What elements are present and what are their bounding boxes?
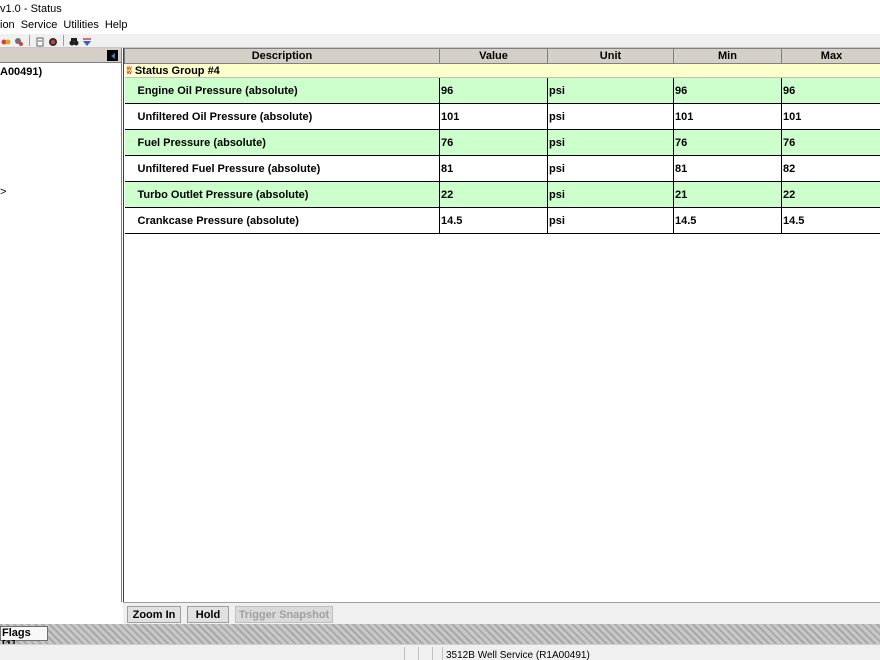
- table-row[interactable]: Turbo Outlet Pressure (absolute) 22 psi …: [124, 181, 880, 208]
- status-text: 3512B Well Service (R1A00491): [446, 650, 590, 660]
- menu-item-service[interactable]: Service: [18, 18, 61, 34]
- cell-value: 81: [439, 155, 548, 182]
- sensor-icon[interactable]: [14, 36, 24, 46]
- cell-unit: psi: [547, 207, 674, 234]
- cell-description: Unfiltered Fuel Pressure (absolute): [124, 155, 440, 182]
- column-header-unit[interactable]: Unit: [547, 48, 674, 64]
- tree-pane-header: [0, 48, 121, 63]
- table-row[interactable]: Crankcase Pressure (absolute) 14.5 psi 1…: [124, 207, 880, 234]
- cell-min: 101: [673, 103, 782, 130]
- status-separator: [418, 647, 419, 660]
- menu-item-information[interactable]: ion: [0, 18, 18, 34]
- status-bar: 3512B Well Service (R1A00491): [0, 644, 880, 660]
- tree-pane: A00491) >: [0, 48, 122, 602]
- status-separator: [442, 647, 443, 660]
- cell-unit: psi: [547, 77, 674, 104]
- cell-description: Unfiltered Oil Pressure (absolute): [124, 103, 440, 130]
- column-header-max[interactable]: Max: [781, 48, 880, 64]
- toolbar: [0, 34, 880, 48]
- menu-item-help[interactable]: Help: [102, 18, 131, 34]
- cell-value: 96: [439, 77, 548, 104]
- cell-value: 101: [439, 103, 548, 130]
- cell-value: 22: [439, 181, 548, 208]
- download-arrow-icon[interactable]: [82, 36, 92, 46]
- binoculars-icon[interactable]: [69, 36, 79, 46]
- status-separator: [404, 647, 405, 660]
- button-strip: Zoom In Hold Trigger Snapshot: [123, 602, 880, 624]
- table-row[interactable]: Unfiltered Oil Pressure (absolute) 101 p…: [124, 103, 880, 130]
- tab-strip: Flags [1]: [0, 624, 880, 651]
- trigger-snapshot-button[interactable]: Trigger Snapshot: [235, 606, 333, 623]
- cell-unit: psi: [547, 181, 674, 208]
- toolbar-separator: [29, 35, 30, 46]
- menu-bar: ion Service Utilities Help: [0, 18, 880, 34]
- group-row[interactable]: ʬ Status Group #4: [124, 63, 880, 78]
- status-group-icon: ʬ: [126, 65, 132, 77]
- status-grid: Description Value Unit Min Max ʬ Status G…: [123, 48, 880, 602]
- cell-min: 96: [673, 77, 782, 104]
- table-row[interactable]: Engine Oil Pressure (absolute) 96 psi 96…: [124, 77, 880, 104]
- toolbar-separator: [63, 35, 64, 46]
- cell-min: 76: [673, 129, 782, 156]
- diagnostic-icon[interactable]: [1, 36, 11, 46]
- group-label: Status Group #4: [134, 64, 220, 77]
- gauge-icon[interactable]: [48, 36, 58, 46]
- cell-max: 82: [781, 155, 880, 182]
- collapse-pane-button[interactable]: [107, 50, 118, 61]
- cell-min: 21: [673, 181, 782, 208]
- cell-max: 101: [781, 103, 880, 130]
- cell-value: 76: [439, 129, 548, 156]
- cell-description: Crankcase Pressure (absolute): [124, 207, 440, 234]
- status-separator: [432, 647, 433, 660]
- cell-value: 14.5: [439, 207, 548, 234]
- table-row[interactable]: Fuel Pressure (absolute) 76 psi 76 76: [124, 129, 880, 156]
- cell-unit: psi: [547, 155, 674, 182]
- hold-button[interactable]: Hold: [187, 606, 229, 623]
- document-icon[interactable]: [35, 36, 45, 46]
- tree-expand-arrow[interactable]: >: [0, 186, 6, 198]
- zoom-in-button[interactable]: Zoom In: [127, 606, 181, 623]
- column-header-description[interactable]: Description: [124, 48, 440, 64]
- table-row[interactable]: Unfiltered Fuel Pressure (absolute) 81 p…: [124, 155, 880, 182]
- column-header-value[interactable]: Value: [439, 48, 548, 64]
- cell-unit: psi: [547, 103, 674, 130]
- cell-max: 76: [781, 129, 880, 156]
- cell-max: 14.5: [781, 207, 880, 234]
- cell-min: 81: [673, 155, 782, 182]
- cell-unit: psi: [547, 129, 674, 156]
- window-title: v1.0 - Status: [0, 0, 880, 18]
- cell-description: Turbo Outlet Pressure (absolute): [124, 181, 440, 208]
- cell-description: Fuel Pressure (absolute): [124, 129, 440, 156]
- cell-description: Engine Oil Pressure (absolute): [124, 77, 440, 104]
- cell-max: 96: [781, 77, 880, 104]
- menu-item-utilities[interactable]: Utilities: [60, 18, 101, 34]
- arrow-left-icon: [110, 52, 115, 59]
- cell-max: 22: [781, 181, 880, 208]
- tab-flags[interactable]: Flags [1]: [0, 626, 48, 651]
- tree-root-node[interactable]: A00491): [0, 66, 42, 78]
- column-header-min[interactable]: Min: [673, 48, 782, 64]
- cell-min: 14.5: [673, 207, 782, 234]
